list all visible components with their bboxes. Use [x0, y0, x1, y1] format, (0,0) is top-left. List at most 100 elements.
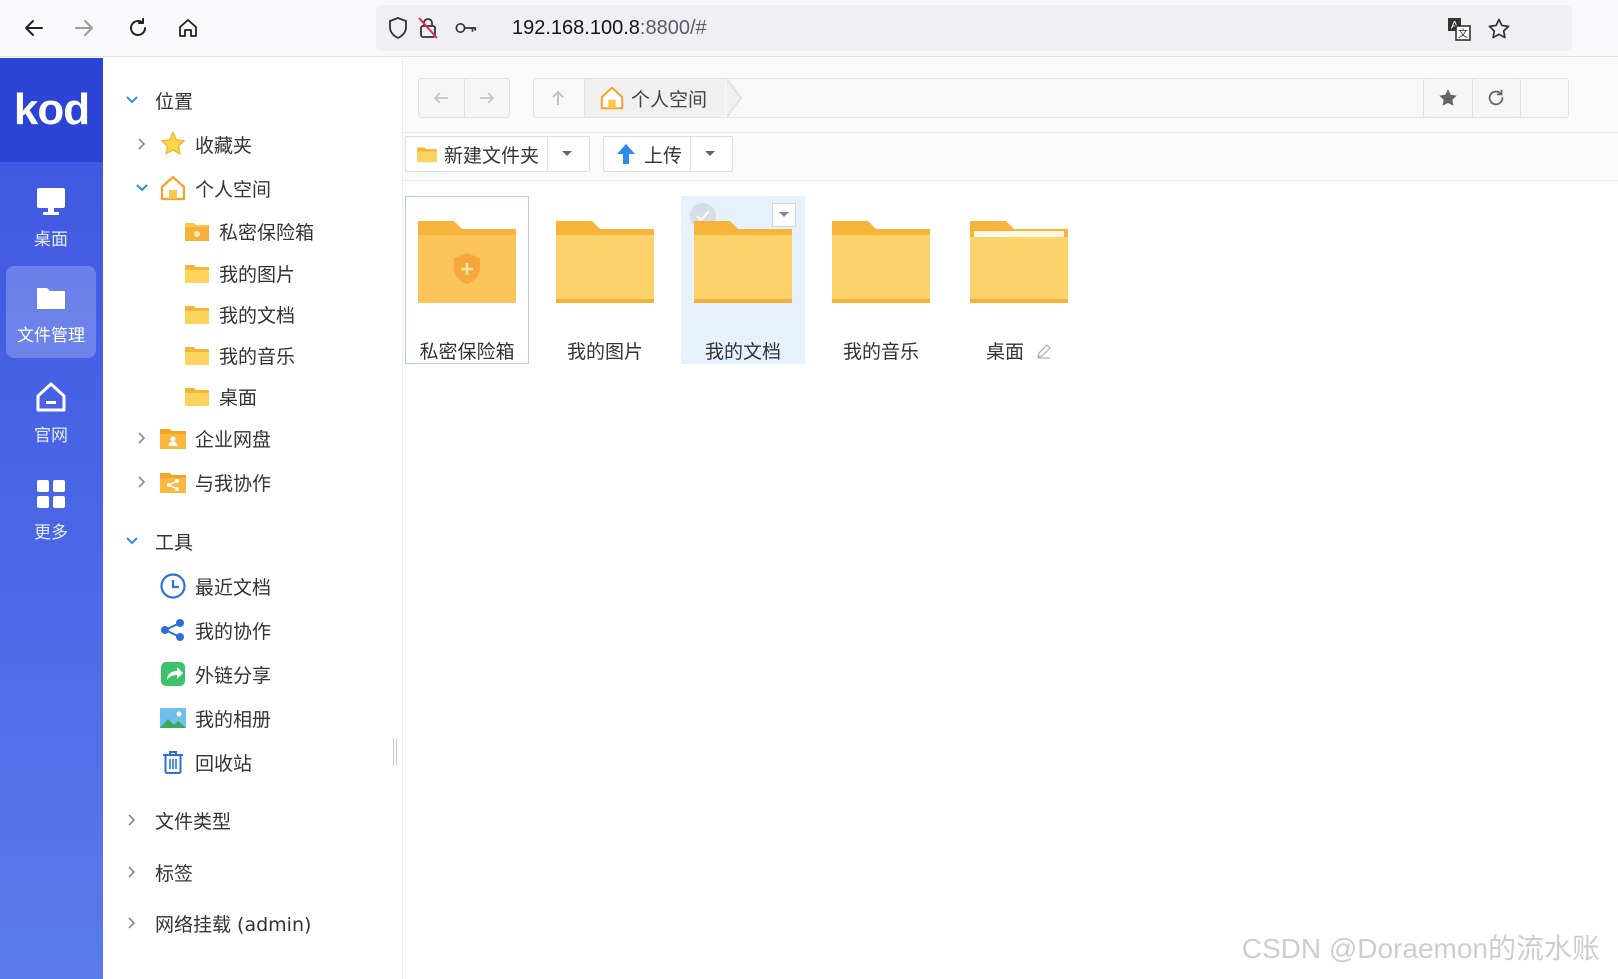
history-forward-icon[interactable] [463, 79, 510, 117]
tree-item-label: 回收站 [195, 752, 253, 775]
chevron-right-icon[interactable] [135, 475, 149, 489]
file-toolbar: 新建文件夹 上传 [403, 133, 1618, 181]
file-item[interactable]: 桌面 [957, 196, 1081, 364]
vault-folder-icon [183, 217, 211, 245]
shield-icon[interactable] [386, 16, 410, 40]
history-buttons [418, 78, 510, 118]
file-name: 私密保险箱 [419, 341, 515, 363]
translate-icon[interactable]: A文 [1446, 16, 1472, 42]
tree-item-label: 收藏夹 [195, 134, 253, 157]
tree-item-label: 我的音乐 [219, 345, 296, 368]
history-back-icon[interactable] [419, 79, 464, 117]
tree-item-desktop[interactable]: 桌面 [183, 376, 257, 416]
folder-icon [183, 341, 211, 369]
key-icon[interactable] [454, 16, 478, 40]
tree-section-location[interactable]: 位置 [125, 80, 193, 120]
rail-item-file-manager[interactable]: 文件管理 [6, 266, 96, 358]
upload-arrow-icon [614, 142, 638, 166]
folder-icon [416, 145, 438, 163]
rail-item-desktop[interactable]: 桌面 [6, 170, 96, 262]
vault-folder-icon [412, 213, 522, 309]
chevron-down-icon[interactable] [547, 137, 585, 171]
tree-item-external-share[interactable]: 外链分享 [159, 654, 271, 694]
new-folder-button[interactable]: 新建文件夹 [405, 136, 590, 172]
tree-item-private-vault[interactable]: 私密保险箱 [183, 211, 314, 251]
file-item[interactable]: 我的文档 [681, 196, 805, 364]
up-arrow-icon[interactable] [534, 79, 582, 117]
tree-item-my-album[interactable]: 我的相册 [159, 698, 271, 738]
tree-item-shared-with-me[interactable]: 与我协作 [135, 462, 271, 502]
chevron-right-icon[interactable] [135, 431, 149, 445]
tree-item-my-collaboration[interactable]: 我的协作 [159, 610, 271, 650]
reload-icon[interactable] [120, 10, 156, 46]
tree-section-file-types[interactable]: 文件类型 [125, 800, 231, 840]
tree-item-enterprise-drive[interactable]: 企业网盘 [135, 418, 271, 458]
chevron-down-icon[interactable] [125, 93, 139, 107]
tree-item-favorites[interactable]: 收藏夹 [135, 124, 252, 164]
home-icon [599, 85, 625, 111]
folder-icon [688, 213, 798, 309]
chevron-right-icon[interactable] [125, 916, 139, 930]
share-link-icon [159, 660, 187, 688]
chevron-down-icon[interactable] [125, 534, 139, 548]
refresh-icon[interactable] [1471, 79, 1521, 117]
folder-icon [183, 259, 211, 287]
url-host: 192.168.100.8 [512, 17, 640, 39]
file-name: 我的音乐 [842, 341, 919, 363]
new-folder-main[interactable]: 新建文件夹 [406, 137, 547, 171]
chevron-down-icon[interactable] [690, 137, 728, 171]
url-text[interactable]: 192.168.100.8:8800/# [512, 17, 707, 40]
trash-icon [159, 748, 187, 776]
url-bar[interactable]: 192.168.100.8:8800/# A文 [376, 5, 1572, 51]
home-icon[interactable] [170, 10, 206, 46]
file-item[interactable]: 我的图片 [543, 196, 667, 364]
svg-text:文: 文 [1458, 27, 1468, 40]
home-icon [36, 382, 66, 411]
insecure-lock-icon[interactable] [416, 16, 440, 40]
chevron-right-icon[interactable] [125, 813, 139, 827]
sidebar-resize-handle[interactable] [393, 738, 397, 766]
folder-tree-sidebar: 位置 收藏夹 个人空间 私密保险箱 我的图片 我的文档 我的音乐 桌面 企业网盘 [103, 58, 403, 979]
tree-item-my-documents[interactable]: 我的文档 [183, 294, 295, 334]
grid-icon [37, 479, 65, 508]
file-item[interactable]: 私密保险箱 [405, 196, 529, 364]
tree-item-recycle-bin[interactable]: 回收站 [159, 742, 252, 782]
home-folder-icon [159, 174, 187, 202]
tree-item-my-music[interactable]: 我的音乐 [183, 335, 295, 375]
rail-item-more[interactable]: 更多 [6, 463, 96, 555]
tree-section-tools[interactable]: 工具 [125, 521, 193, 561]
favorite-star-icon[interactable] [1424, 79, 1472, 117]
file-name: 我的文档 [704, 341, 781, 363]
folder-icon [550, 213, 660, 309]
tree-item-label: 我的文档 [219, 304, 296, 327]
tree-section-tags[interactable]: 标签 [125, 852, 193, 892]
chevron-right-icon[interactable] [135, 137, 149, 151]
address-area: 个人空间 [403, 58, 1618, 133]
kod-logo: kod [0, 58, 103, 162]
rail-item-label: 桌面 [34, 229, 68, 250]
pencil-edit-icon[interactable] [1036, 343, 1052, 359]
breadcrumb-separator-fill [726, 79, 740, 117]
folder-icon [183, 300, 211, 328]
tree-item-label: 我的协作 [195, 620, 272, 643]
tree-item-label: 最近文档 [195, 576, 272, 599]
upload-main[interactable]: 上传 [604, 137, 690, 171]
tree-item-personal-space[interactable]: 个人空间 [135, 168, 271, 208]
back-arrow-icon[interactable] [16, 10, 52, 46]
section-label: 位置 [155, 90, 194, 113]
breadcrumb-item-personal-space[interactable]: 个人空间 [584, 79, 726, 117]
upload-button[interactable]: 上传 [603, 136, 733, 172]
tree-item-label: 个人空间 [195, 178, 272, 201]
tree-item-recent-docs[interactable]: 最近文档 [159, 566, 271, 606]
file-grid: 私密保险箱 我的图片 我的文档 我的音乐 桌面 [403, 182, 1618, 979]
forward-arrow-icon[interactable] [66, 10, 102, 46]
upload-label: 上传 [644, 144, 683, 167]
tree-item-my-pictures[interactable]: 我的图片 [183, 253, 295, 293]
url-path: :8800/# [639, 17, 707, 39]
chevron-right-icon[interactable] [125, 865, 139, 879]
file-item[interactable]: 我的音乐 [819, 196, 943, 364]
bookmark-star-icon[interactable] [1486, 16, 1512, 42]
tree-section-network-mount[interactable]: 网络挂载 (admin) [125, 903, 311, 943]
rail-item-website[interactable]: 官网 [6, 366, 96, 458]
chevron-down-icon[interactable] [135, 181, 149, 195]
